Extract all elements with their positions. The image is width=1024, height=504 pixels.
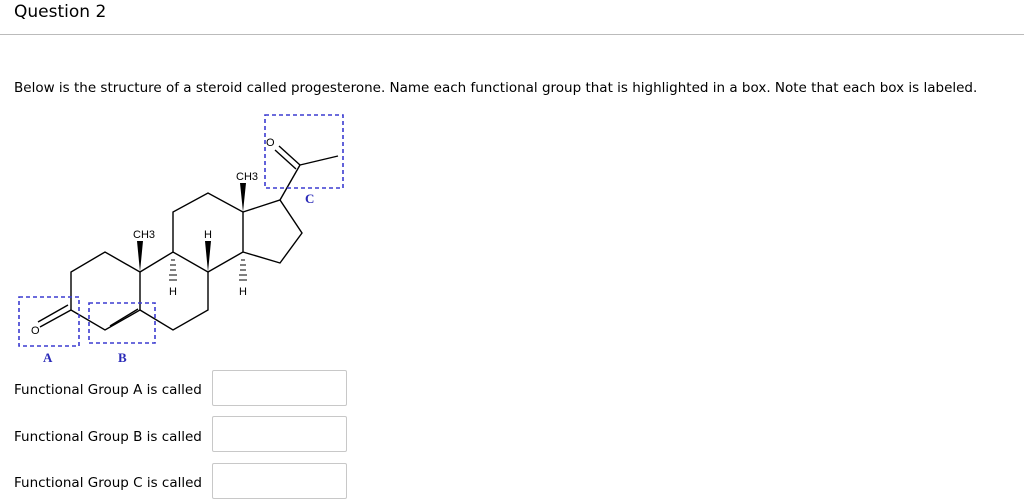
answer-input-a[interactable] [212,370,347,406]
field-label-c: Functional Group C is called [14,475,202,491]
answer-input-c[interactable] [212,463,347,499]
oxygen-label: O [266,137,275,149]
field-label-a: Functional Group A is called [14,382,202,398]
box-label-b: B [118,350,127,365]
oxygen-label: O [31,325,40,337]
box-label-c: C [305,191,314,206]
h-label: H [169,286,177,298]
box-b [88,302,156,344]
box-label-a: A [43,350,53,365]
h-label: H [239,286,247,298]
h-label: H [204,229,212,241]
ch3-label: CH3 [236,171,258,183]
ch3-label: CH3 [133,229,155,241]
field-label-b: Functional Group B is called [14,429,202,445]
answer-input-b[interactable] [212,416,347,452]
